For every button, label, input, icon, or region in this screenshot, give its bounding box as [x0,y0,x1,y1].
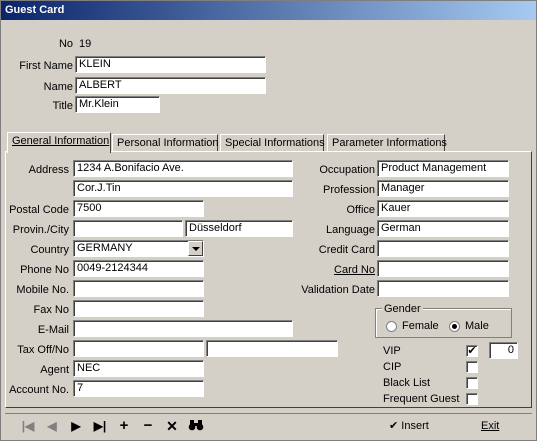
fax-label: Fax No [33,304,69,316]
address-line2-field[interactable]: Cor.J.Tin [73,180,293,197]
no-label: No [58,38,73,50]
credit-card-field[interactable] [377,240,509,257]
title-label: Title [52,100,73,112]
last-icon[interactable]: ▶| [91,418,109,434]
tab-label: General Information [12,135,110,147]
tab-special-informations[interactable]: Special Informations [220,134,325,152]
title-bar: Guest Card [1,1,536,20]
mobile-field[interactable] [73,280,204,297]
tax-label: Tax Off/No [17,344,69,356]
next-icon[interactable]: ▶ [67,418,85,434]
gender-female-label: Female [402,320,439,332]
exit-button[interactable]: Exit [481,417,499,435]
email-field[interactable] [73,320,293,337]
check-icon: ✔ [389,420,402,432]
guest-card-window: Guest Card No 19 First Name KLEIN Name A… [0,0,537,441]
first-name-field[interactable]: KLEIN [75,56,266,73]
country-value: GERMANY [77,242,133,254]
gender-male-label: Male [465,320,489,332]
vip-level-field[interactable]: 0 [489,342,518,359]
phone-field[interactable]: 0049-2124344 [73,260,204,277]
validation-date-field[interactable] [377,280,509,297]
language-field[interactable]: German [377,220,509,237]
occupation-label: Occupation [319,164,375,176]
profession-field[interactable]: Manager [377,180,509,197]
tab-label: Personal Information [117,137,219,149]
fax-field[interactable] [73,300,204,317]
country-label: Country [30,244,69,256]
postal-code-field[interactable]: 7500 [73,200,204,217]
tab-label: Special Informations [225,137,325,149]
credit-card-label: Credit Card [318,244,375,256]
tab-label: Parameter Informations [332,137,447,149]
chevron-down-icon[interactable] [188,241,203,256]
black-list-label: Black List [383,377,431,389]
tax-number-field[interactable] [206,340,338,357]
exit-label: Exit [481,420,500,432]
account-label: Account No. [9,384,69,396]
gender-female-radio[interactable] [386,321,397,332]
insert-label: Insert [401,420,429,432]
binoculars-glyph [188,420,204,431]
tab-parameter-informations[interactable]: Parameter Informations [327,134,447,152]
office-field[interactable]: Kauer [377,200,509,217]
occupation-field[interactable]: Product Management [377,160,509,177]
card-no-label: Card No [291,263,375,277]
province-field[interactable] [73,220,183,237]
prev-icon[interactable]: ◀ [43,418,61,434]
country-select[interactable]: GERMANY [73,240,204,257]
validation-date-label: Validation Date [301,284,375,296]
first-name-label: First Name [19,60,73,72]
gender-male-radio[interactable] [449,321,460,332]
no-value: 19 [79,38,92,50]
window-title: Guest Card [5,4,65,16]
agent-label: Agent [40,364,69,376]
vip-label: VIP [383,345,401,357]
insert-button[interactable]: ✔ Insert [389,417,429,435]
frequent-guest-checkbox[interactable] [466,393,478,405]
account-field[interactable]: 7 [73,380,204,397]
black-list-checkbox[interactable] [466,377,478,389]
agent-field[interactable]: NEC [73,360,204,377]
cancel-icon[interactable]: ✕ [163,418,181,434]
cip-label: CIP [383,361,402,373]
email-label: E-Mail [37,324,69,336]
language-label: Language [326,224,375,236]
tab-personal-information[interactable]: Personal Information [112,134,219,152]
card-no-field[interactable] [377,260,509,277]
first-icon[interactable]: |◀ [19,418,37,434]
card-no-label-text: Card No [334,264,375,276]
phone-label: Phone No [20,264,69,276]
remove-icon[interactable]: − [139,418,157,434]
title-field[interactable]: Mr.Klein [75,96,160,113]
profession-label: Profession [323,184,375,196]
add-icon[interactable]: + [115,418,133,434]
office-label: Office [346,204,375,216]
name-label: Name [43,81,73,93]
frequent-guest-label: Frequent Guest [383,393,460,405]
name-field[interactable]: ALBERT [75,77,266,94]
address-label: Address [28,164,69,176]
cip-checkbox[interactable] [466,361,478,373]
postal-code-label: Postal Code [9,204,69,216]
tax-office-field[interactable] [73,340,204,357]
city-field[interactable]: Düsseldorf [185,220,293,237]
provin-city-label: Provin./City [12,224,69,236]
address-line1-field[interactable]: 1234 A.Bonifacio Ave. [73,160,293,177]
tab-general-information[interactable]: General Information [7,132,111,153]
mobile-label: Mobile No. [16,284,69,296]
gender-group-title: Gender [382,303,423,315]
vip-checkbox[interactable]: ✔ [466,345,478,357]
search-icon[interactable] [187,418,205,434]
